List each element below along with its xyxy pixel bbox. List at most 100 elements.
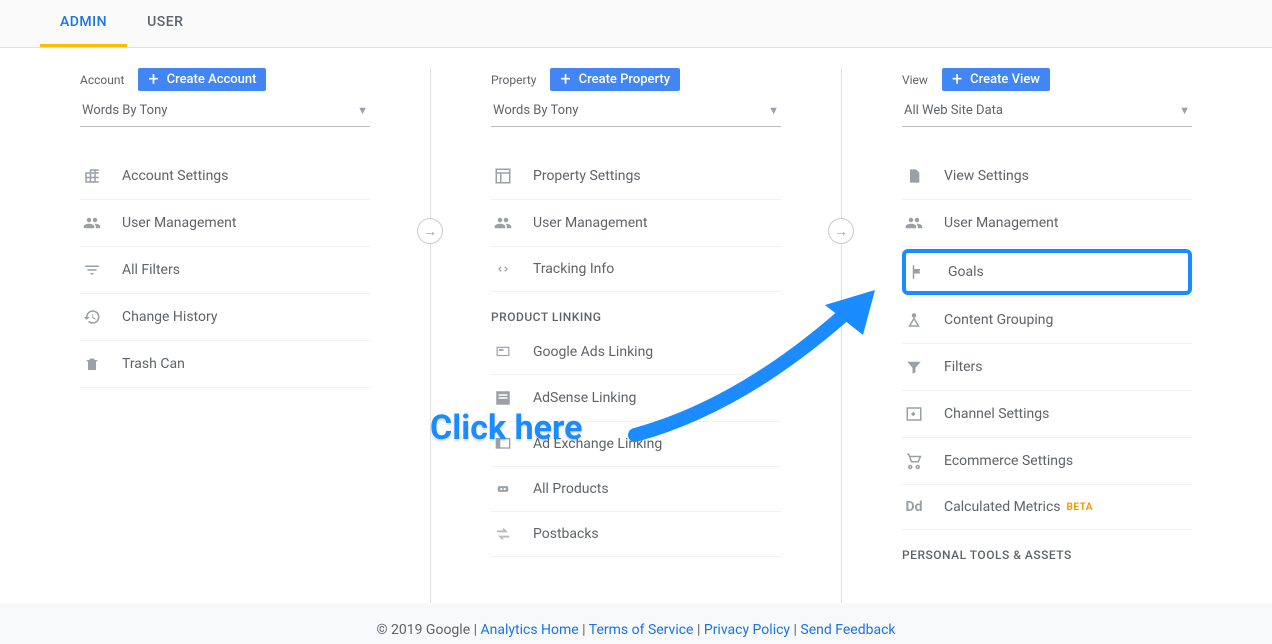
content-grouping-item[interactable]: Content Grouping xyxy=(902,297,1192,344)
view-filters-label: Filters xyxy=(944,359,983,375)
view-filters-item[interactable]: Filters xyxy=(902,344,1192,391)
all-products-item[interactable]: All Products xyxy=(491,467,781,512)
tab-user[interactable]: USER xyxy=(127,0,203,47)
tracking-info-item[interactable]: Tracking Info xyxy=(491,247,781,292)
plus-icon: + xyxy=(560,73,570,87)
adsense-linking-item[interactable]: AdSense Linking xyxy=(491,375,781,422)
product-linking-header: PRODUCT LINKING xyxy=(491,292,781,330)
column-account: Account + Create Account Words By Tony ▼… xyxy=(20,68,431,603)
document-icon xyxy=(902,167,926,185)
view-selected: All Web Site Data xyxy=(904,103,1003,118)
caret-down-icon: ▼ xyxy=(1179,104,1190,117)
exchange-icon xyxy=(491,436,515,452)
view-settings-item[interactable]: View Settings xyxy=(902,153,1192,200)
trash-icon xyxy=(80,355,104,373)
all-products-label: All Products xyxy=(533,481,609,497)
all-filters-item[interactable]: All Filters xyxy=(80,247,370,294)
postbacks-label: Postbacks xyxy=(533,526,599,542)
postbacks-item[interactable]: Postbacks xyxy=(491,512,781,557)
content-grouping-label: Content Grouping xyxy=(944,312,1053,328)
footer-privacy[interactable]: Privacy Policy xyxy=(704,622,790,638)
users-icon xyxy=(902,214,926,232)
property-user-management-item[interactable]: User Management xyxy=(491,200,781,247)
footer-analytics-home[interactable]: Analytics Home xyxy=(481,622,579,638)
trash-can-item[interactable]: Trash Can xyxy=(80,341,370,388)
code-icon xyxy=(491,262,515,276)
create-account-label: Create Account xyxy=(167,72,257,87)
goals-item[interactable]: Goals xyxy=(902,249,1192,295)
caret-down-icon: ▼ xyxy=(357,104,368,117)
view-user-management-label: User Management xyxy=(944,215,1058,231)
footer: © 2019 Google | Analytics Home | Terms o… xyxy=(0,616,1272,644)
products-icon xyxy=(491,482,515,496)
top-tabs: ADMIN USER xyxy=(0,0,1272,48)
all-filters-label: All Filters xyxy=(122,262,180,278)
beta-badge: BETA xyxy=(1067,502,1094,513)
ads-icon xyxy=(491,345,515,359)
view-header-label: View xyxy=(902,73,928,87)
funnel-icon xyxy=(902,358,926,376)
account-user-management-label: User Management xyxy=(122,215,236,231)
create-view-button[interactable]: + Create View xyxy=(942,68,1050,91)
admin-columns: Account + Create Account Words By Tony ▼… xyxy=(0,48,1272,603)
history-icon xyxy=(80,308,104,326)
goals-label: Goals xyxy=(948,264,984,280)
view-settings-label: View Settings xyxy=(944,168,1029,184)
building-icon xyxy=(80,167,104,185)
view-selector[interactable]: All Web Site Data ▼ xyxy=(902,97,1192,127)
postbacks-icon xyxy=(491,526,515,542)
property-settings-label: Property Settings xyxy=(533,168,641,184)
google-ads-linking-label: Google Ads Linking xyxy=(533,344,653,360)
grouping-icon xyxy=(902,311,926,329)
calculated-metrics-label: Calculated Metrics xyxy=(944,499,1061,515)
adsense-icon xyxy=(491,389,515,407)
channel-icon xyxy=(902,405,926,423)
ecommerce-settings-item[interactable]: Ecommerce Settings xyxy=(902,438,1192,485)
trash-can-label: Trash Can xyxy=(122,356,185,372)
footer-terms[interactable]: Terms of Service xyxy=(589,622,694,638)
property-selector[interactable]: Words By Tony ▼ xyxy=(491,97,781,127)
footer-feedback[interactable]: Send Feedback xyxy=(800,622,895,638)
account-settings-label: Account Settings xyxy=(122,168,228,184)
ecommerce-settings-label: Ecommerce Settings xyxy=(944,453,1073,469)
account-user-management-item[interactable]: User Management xyxy=(80,200,370,247)
account-settings-item[interactable]: Account Settings xyxy=(80,153,370,200)
property-settings-item[interactable]: Property Settings xyxy=(491,153,781,200)
calculated-metrics-item[interactable]: Dd Calculated Metrics BETA xyxy=(902,485,1192,530)
caret-down-icon: ▼ xyxy=(768,104,779,117)
tab-admin[interactable]: ADMIN xyxy=(40,0,127,47)
account-selected: Words By Tony xyxy=(82,103,167,118)
personal-tools-header: PERSONAL TOOLS & ASSETS xyxy=(902,530,1192,568)
property-header-label: Property xyxy=(491,73,536,87)
dd-icon: Dd xyxy=(902,499,926,515)
change-history-item[interactable]: Change History xyxy=(80,294,370,341)
column-view: View + Create View All Web Site Data ▼ V… xyxy=(842,68,1252,603)
create-property-label: Create Property xyxy=(579,72,670,87)
plus-icon: + xyxy=(148,73,158,87)
tracking-info-label: Tracking Info xyxy=(533,261,614,277)
funnel-icon xyxy=(80,261,104,279)
property-user-management-label: User Management xyxy=(533,215,647,231)
channel-settings-label: Channel Settings xyxy=(944,406,1049,422)
account-header-label: Account xyxy=(80,73,124,87)
column-arrow-account[interactable]: → xyxy=(417,218,443,244)
users-icon xyxy=(491,214,515,232)
column-property: Property + Create Property Words By Tony… xyxy=(431,68,842,603)
footer-copyright: © 2019 Google xyxy=(377,622,471,638)
change-history-label: Change History xyxy=(122,309,217,325)
flag-icon xyxy=(906,263,930,281)
users-icon xyxy=(80,214,104,232)
view-user-management-item[interactable]: User Management xyxy=(902,200,1192,247)
property-selected: Words By Tony xyxy=(493,103,578,118)
ad-exchange-linking-item[interactable]: Ad Exchange Linking xyxy=(491,422,781,467)
ad-exchange-linking-label: Ad Exchange Linking xyxy=(533,436,662,452)
create-view-label: Create View xyxy=(970,72,1040,87)
channel-settings-item[interactable]: Channel Settings xyxy=(902,391,1192,438)
adsense-linking-label: AdSense Linking xyxy=(533,390,636,406)
google-ads-linking-item[interactable]: Google Ads Linking xyxy=(491,330,781,375)
account-selector[interactable]: Words By Tony ▼ xyxy=(80,97,370,127)
column-arrow-property[interactable]: → xyxy=(828,218,854,244)
create-account-button[interactable]: + Create Account xyxy=(138,68,266,91)
create-property-button[interactable]: + Create Property xyxy=(550,68,680,91)
plus-icon: + xyxy=(952,73,962,87)
